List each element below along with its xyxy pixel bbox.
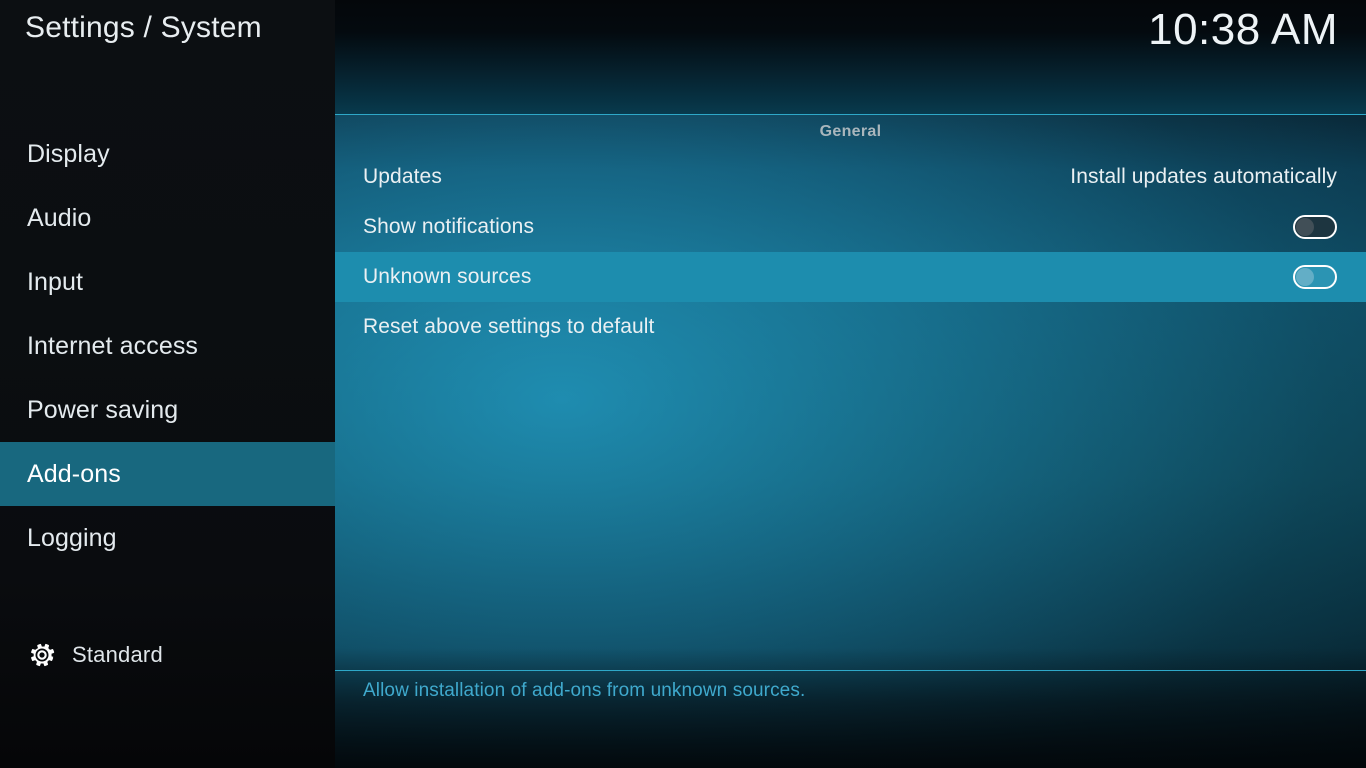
header-separator: [335, 114, 1366, 115]
sidebar-item-label: Internet access: [27, 331, 199, 360]
sidebar-item-internet-access[interactable]: Internet access: [0, 314, 335, 378]
kodi-settings-screen: Settings / System Display Audio Input In…: [0, 0, 1366, 768]
setting-row-updates[interactable]: Updates Install updates automatically: [335, 152, 1366, 202]
setting-label: Updates: [363, 165, 442, 188]
clock: 10:38 AM: [1148, 5, 1338, 54]
sidebar-item-logging[interactable]: Logging: [0, 506, 335, 570]
setting-value: Install updates automatically: [1070, 165, 1337, 188]
sidebar: Settings / System Display Audio Input In…: [0, 0, 335, 768]
show-notifications-toggle[interactable]: [1293, 215, 1337, 239]
unknown-sources-toggle[interactable]: [1293, 265, 1337, 289]
setting-row-reset-to-default[interactable]: Reset above settings to default: [335, 302, 1366, 352]
sidebar-item-power-saving[interactable]: Power saving: [0, 378, 335, 442]
setting-row-unknown-sources[interactable]: Unknown sources: [335, 252, 1366, 302]
sidebar-item-label: Display: [27, 139, 110, 168]
setting-row-show-notifications[interactable]: Show notifications: [335, 202, 1366, 252]
sidebar-item-input[interactable]: Input: [0, 250, 335, 314]
main-content: 10:38 AM General Updates Install updates…: [335, 0, 1366, 768]
setting-label: Unknown sources: [363, 265, 532, 288]
sidebar-item-label: Logging: [27, 523, 117, 552]
sidebar-item-label: Power saving: [27, 395, 179, 424]
settings-group-header: General: [819, 123, 882, 140]
toggle-knob: [1296, 218, 1314, 236]
setting-label: Reset above settings to default: [363, 315, 655, 338]
settings-list: Updates Install updates automatically Sh…: [335, 152, 1366, 352]
footer-separator: [335, 670, 1366, 671]
sidebar-item-label: Add-ons: [27, 459, 121, 488]
setting-description: Allow installation of add-ons from unkno…: [363, 680, 806, 701]
gear-icon: [27, 640, 57, 670]
sidebar-menu: Display Audio Input Internet access Powe…: [0, 122, 335, 570]
setting-label: Show notifications: [363, 215, 535, 238]
page-title: Settings / System: [25, 11, 262, 44]
background-gradient: [335, 0, 1366, 768]
sidebar-item-label: Audio: [27, 203, 92, 232]
sidebar-item-label: Input: [27, 267, 84, 296]
sidebar-item-display[interactable]: Display: [0, 122, 335, 186]
settings-level-selector[interactable]: Standard: [27, 640, 163, 670]
sidebar-item-audio[interactable]: Audio: [0, 186, 335, 250]
toggle-knob: [1296, 268, 1314, 286]
sidebar-item-add-ons[interactable]: Add-ons: [0, 442, 335, 506]
settings-level-label: Standard: [72, 642, 163, 667]
